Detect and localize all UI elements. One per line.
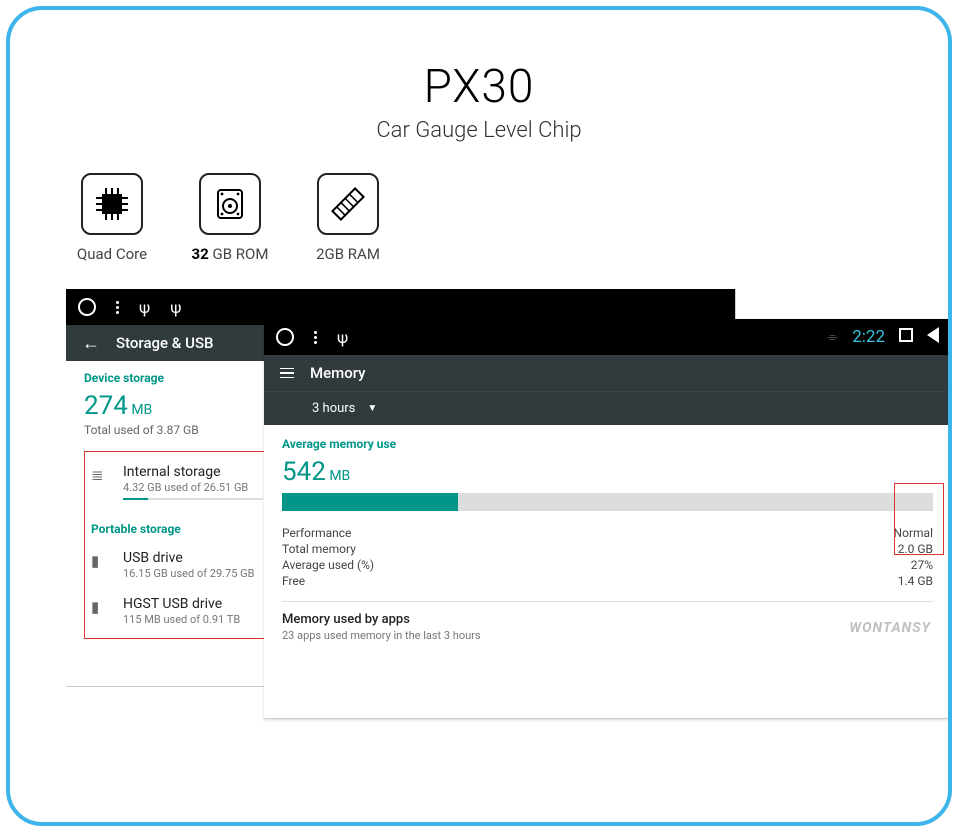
progress-bar (123, 498, 263, 500)
brand-watermark: WONTANSY (849, 620, 931, 636)
stat-total: Total memory2.0 GB (282, 541, 933, 557)
memory-screenshot: ψ ⌯ 2:22 Memory 3 hours ▼ Average memory… (264, 319, 952, 719)
status-bar: ψ ⌯ 2:22 (264, 319, 951, 355)
back-nav-icon[interactable] (927, 327, 939, 347)
spec-label: 2GB RAM (316, 245, 380, 263)
specs-row: Quad Core 32 GB ROM 2GB RAM (10, 143, 948, 263)
ram-icon (317, 173, 379, 235)
memory-bar (282, 493, 933, 511)
storage-icon (199, 173, 261, 235)
storage-list-icon: ≣ (91, 464, 109, 500)
product-frame: PX30 Car Gauge Level Chip Quad Core 32 G… (6, 6, 952, 826)
spec-quad-core: Quad Core (66, 173, 158, 263)
memory-stats: PerformanceNormal Total memory2.0 GB Ave… (282, 525, 933, 589)
spec-ram: 2GB RAM (302, 173, 394, 263)
app-bar-title: Storage & USB (116, 334, 214, 352)
product-title: PX30 (10, 60, 948, 114)
spec-label: Quad Core (77, 245, 147, 263)
header: PX30 Car Gauge Level Chip (10, 10, 948, 143)
spec-label: 32 GB ROM (192, 245, 269, 263)
sd-icon: ▮ (91, 550, 109, 580)
stat-performance: PerformanceNormal (282, 525, 933, 541)
clock-time: 2:22 (852, 327, 885, 347)
time-filter-bar[interactable]: 3 hours ▼ (264, 391, 951, 425)
back-icon[interactable]: ← (82, 333, 100, 354)
avg-mem-value: 542 MB (282, 457, 933, 487)
product-subtitle: Car Gauge Level Chip (10, 118, 948, 143)
usb-icon: ψ (337, 328, 348, 347)
chevron-down-icon: ▼ (367, 403, 377, 414)
recents-icon[interactable] (899, 328, 913, 346)
screenshots-area: ψ ψ ← Storage & USB Device storage 274 M… (10, 289, 948, 719)
more-icon[interactable] (116, 301, 119, 314)
divider (282, 601, 933, 602)
bluetooth-icon: ⌯ (827, 329, 838, 345)
circle-icon[interactable] (78, 298, 96, 316)
cpu-chip-icon (81, 173, 143, 235)
more-icon[interactable] (314, 331, 317, 344)
app-bar-title: Memory (310, 364, 366, 382)
menu-icon[interactable] (280, 368, 294, 379)
memory-content: Average memory use 542 MB PerformanceNor… (264, 425, 951, 642)
stat-free: Free1.4 GB (282, 573, 933, 589)
usb-icon: ψ (170, 298, 181, 317)
avg-mem-label: Average memory use (282, 437, 933, 451)
app-bar: Memory (264, 355, 951, 391)
time-filter-label: 3 hours (312, 401, 355, 416)
apps-title: Memory used by apps (282, 612, 933, 627)
stat-avgpct: Average used (%)27% (282, 557, 933, 573)
circle-icon[interactable] (276, 328, 294, 346)
apps-subtext: 23 apps used memory in the last 3 hours (282, 629, 933, 642)
sd-icon: ▮ (91, 596, 109, 626)
spec-rom: 32 GB ROM (184, 173, 276, 263)
usb-icon: ψ (139, 298, 150, 317)
apps-section[interactable]: Memory used by apps 23 apps used memory … (282, 612, 933, 642)
